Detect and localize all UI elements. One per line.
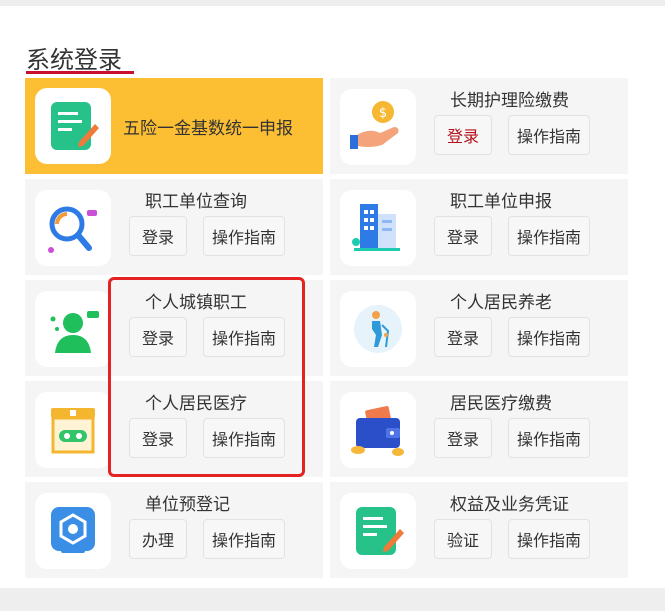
building-icon xyxy=(340,190,416,266)
page-title: 系统登录 xyxy=(26,46,122,74)
login-button[interactable]: 登录 xyxy=(434,317,492,357)
tile-name: 居民医疗缴费 xyxy=(450,394,552,414)
clinic-icon xyxy=(35,392,111,468)
tile-name: 个人居民医疗 xyxy=(145,394,247,414)
tile-jumin-yiliao-jiaofei: 居民医疗缴费 登录 操作指南 xyxy=(330,381,628,477)
wallet-icon xyxy=(340,392,416,468)
tile-name: 权益及业务凭证 xyxy=(450,495,569,515)
tile-name: 职工单位查询 xyxy=(145,192,247,212)
guide-button[interactable]: 操作指南 xyxy=(203,519,285,559)
handle-button[interactable]: 办理 xyxy=(129,519,187,559)
form-pen-icon xyxy=(35,88,111,164)
login-button[interactable]: 登录 xyxy=(129,418,187,458)
tile-danwei-yudengji: 单位预登记 办理 操作指南 xyxy=(25,482,323,578)
person-chat-icon xyxy=(35,291,111,367)
tile-wuxian-yijin[interactable]: 五险一金基数统一申报 xyxy=(25,78,323,174)
guide-button[interactable]: 操作指南 xyxy=(508,317,590,357)
login-button[interactable]: 登录 xyxy=(434,216,492,256)
guide-button[interactable]: 操作指南 xyxy=(203,317,285,357)
login-button[interactable]: 登录 xyxy=(434,115,492,155)
form-pen-icon xyxy=(340,493,416,569)
tile-name: 长期护理险缴费 xyxy=(450,91,569,111)
tile-quanyi-pingzheng: 权益及业务凭证 验证 操作指南 xyxy=(330,482,628,578)
tile-changqi-huli: $ 长期护理险缴费 登录 操作指南 xyxy=(330,78,628,174)
verify-button[interactable]: 验证 xyxy=(434,519,492,559)
guide-button[interactable]: 操作指南 xyxy=(203,418,285,458)
tile-geren-yiliao: 个人居民医疗 登录 操作指南 xyxy=(25,381,323,477)
magnifier-icon xyxy=(35,190,111,266)
coin-hand-icon: $ xyxy=(340,89,416,165)
hex-gear-icon xyxy=(35,493,111,569)
tile-name: 个人居民养老 xyxy=(450,293,552,313)
tile-name: 单位预登记 xyxy=(145,495,230,515)
svg-text:$: $ xyxy=(379,106,387,121)
login-button[interactable]: 登录 xyxy=(129,317,187,357)
login-button[interactable]: 登录 xyxy=(434,418,492,458)
guide-button[interactable]: 操作指南 xyxy=(508,115,590,155)
title-underline xyxy=(26,71,134,74)
bottom-bar xyxy=(0,588,665,611)
elderly-icon xyxy=(340,291,416,367)
tile-geren-yanglao: 个人居民养老 登录 操作指南 xyxy=(330,280,628,376)
tile-name: 职工单位申报 xyxy=(450,192,552,212)
guide-button[interactable]: 操作指南 xyxy=(203,216,285,256)
guide-button[interactable]: 操作指南 xyxy=(508,216,590,256)
tile-name: 个人城镇职工 xyxy=(145,293,247,313)
guide-button[interactable]: 操作指南 xyxy=(508,418,590,458)
top-bar xyxy=(0,0,665,6)
tile-name: 五险一金基数统一申报 xyxy=(123,119,293,139)
tile-geren-chengzhen: 个人城镇职工 登录 操作指南 xyxy=(25,280,323,376)
tile-zhigong-chaxun: 职工单位查询 登录 操作指南 xyxy=(25,179,323,275)
login-button[interactable]: 登录 xyxy=(129,216,187,256)
guide-button[interactable]: 操作指南 xyxy=(508,519,590,559)
tile-zhigong-shenbao: 职工单位申报 登录 操作指南 xyxy=(330,179,628,275)
